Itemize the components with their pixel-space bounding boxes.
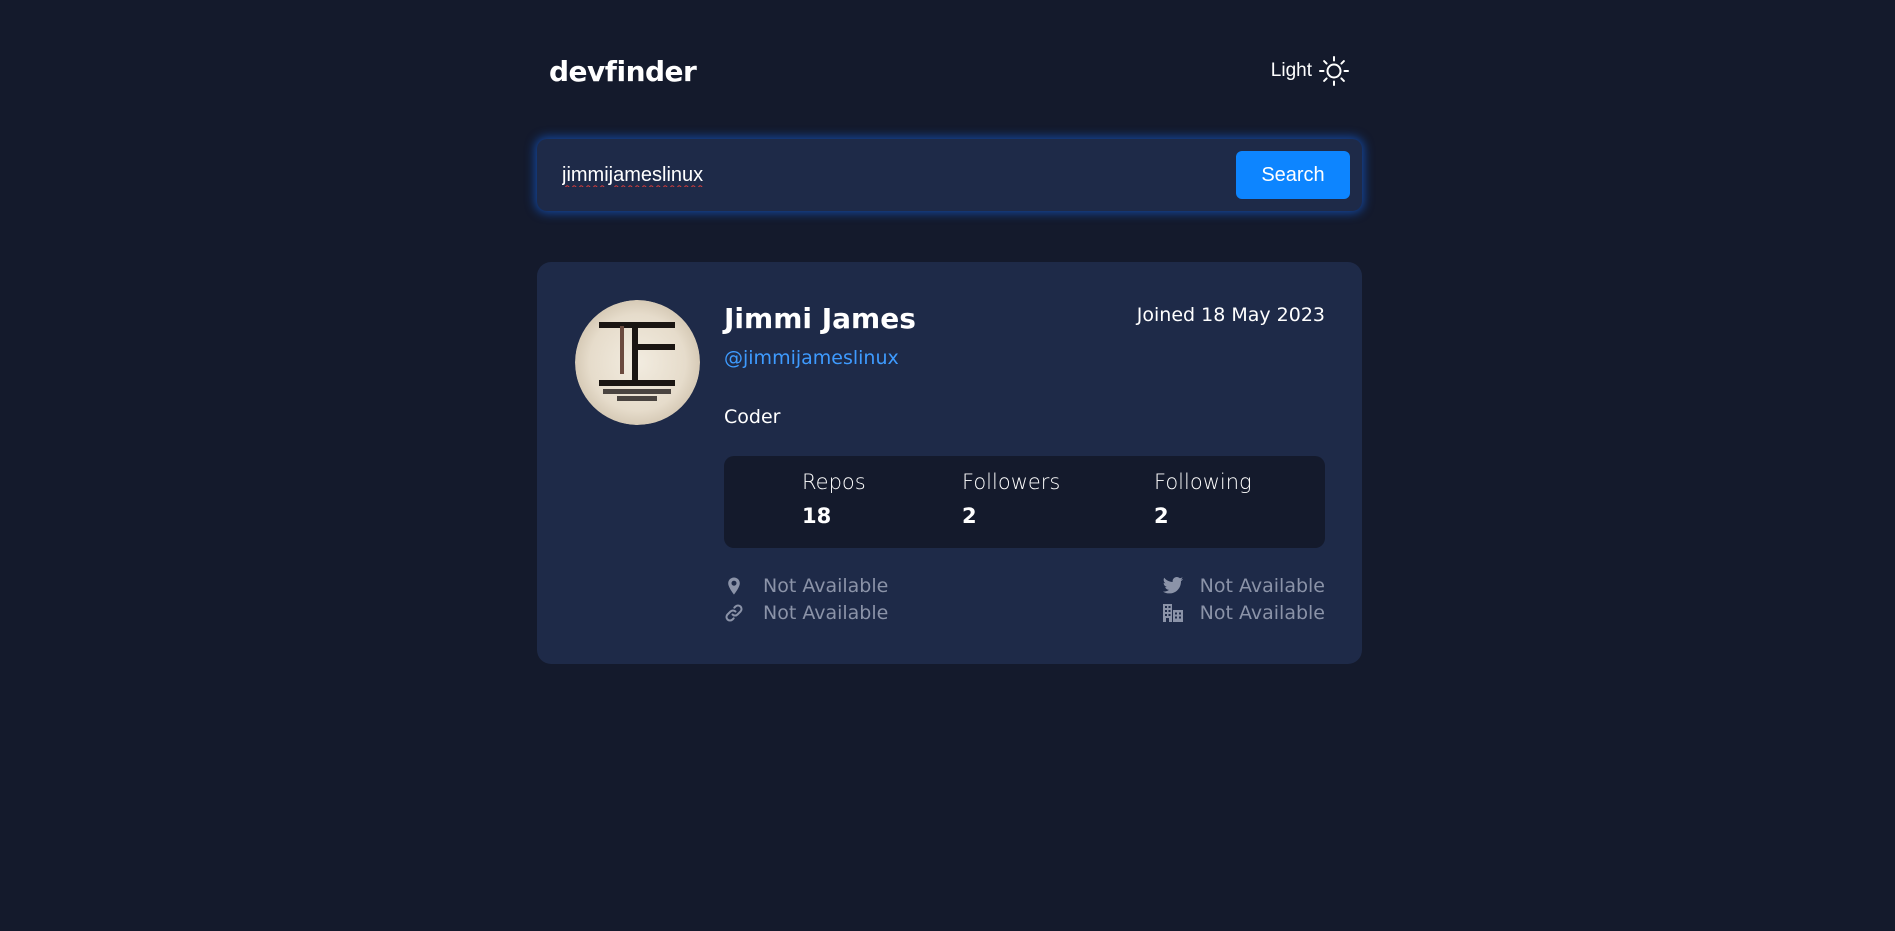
info-links-left: Not Available Not Available xyxy=(724,574,888,624)
theme-toggle-button[interactable]: Light xyxy=(1271,55,1350,87)
company-text: Not Available xyxy=(1199,601,1325,624)
avatar-image xyxy=(575,300,700,425)
building-icon xyxy=(1162,603,1183,622)
profile-handle-link[interactable]: @jimmijameslinux xyxy=(724,347,899,369)
stat-following-label: Following xyxy=(1154,470,1252,494)
header: devfinder Light xyxy=(549,50,1350,92)
app-logo: devfinder xyxy=(549,54,697,88)
website-text: Not Available xyxy=(763,601,889,624)
joined-date: Joined 18 May 2023 xyxy=(1136,304,1325,326)
profile-name: Jimmi James xyxy=(724,302,916,335)
search-input[interactable] xyxy=(537,139,1236,211)
sun-icon xyxy=(1319,56,1349,86)
website-info[interactable]: Not Available xyxy=(724,601,888,624)
stats-panel: Repos 18 Followers 2 Following 2 xyxy=(724,456,1325,548)
avatar xyxy=(575,300,700,425)
theme-toggle-label: Light xyxy=(1270,60,1312,81)
stat-repos-label: Repos xyxy=(802,470,866,494)
twitter-icon xyxy=(1162,576,1183,593)
info-links-right: Not Available Not Available xyxy=(1162,574,1325,624)
stat-followers-label: Followers xyxy=(962,470,1061,494)
stat-following-value: 2 xyxy=(1154,504,1169,528)
location-info: Not Available xyxy=(724,574,888,597)
company-info: Not Available xyxy=(1162,601,1325,624)
stat-following: Following 2 xyxy=(1154,470,1252,528)
profile-card: Jimmi James Joined 18 May 2023 @jimmijam… xyxy=(537,262,1362,664)
location-pin-icon xyxy=(728,577,740,594)
profile-bio: Coder xyxy=(724,406,781,428)
search-bar: Search xyxy=(537,139,1362,211)
stat-followers-value: 2 xyxy=(962,504,977,528)
link-icon xyxy=(725,603,743,622)
stat-repos-value: 18 xyxy=(802,504,832,528)
twitter-info[interactable]: Not Available xyxy=(1162,574,1325,597)
stat-repos: Repos 18 xyxy=(802,470,866,528)
stat-followers: Followers 2 xyxy=(962,470,1060,528)
twitter-text: Not Available xyxy=(1199,574,1325,597)
search-button[interactable]: Search xyxy=(1236,151,1350,199)
location-text: Not Available xyxy=(763,574,889,597)
